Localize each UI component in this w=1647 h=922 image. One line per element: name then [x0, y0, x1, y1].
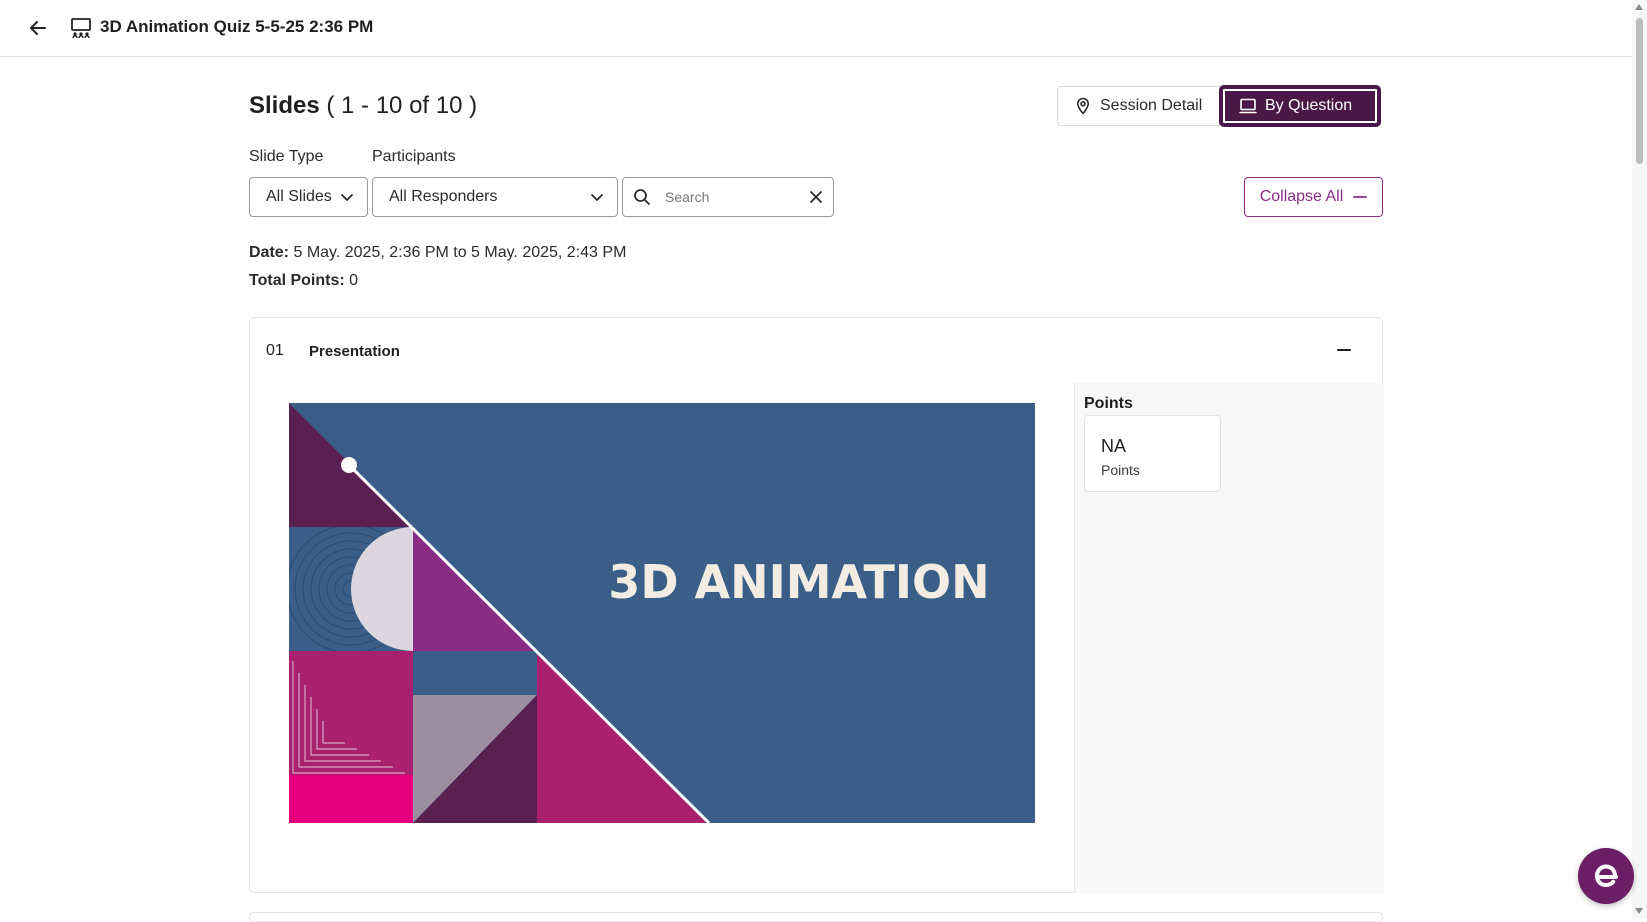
clear-search-icon[interactable]: [809, 190, 823, 204]
collapse-all-label: Collapse All: [1259, 188, 1344, 205]
session-detail-button[interactable]: Session Detail: [1057, 86, 1220, 126]
total-points: Total Points: 0: [249, 272, 358, 290]
minus-icon: [1337, 349, 1351, 351]
scroll-up-icon[interactable]: [1635, 4, 1643, 10]
points-box: NA Points: [1084, 415, 1221, 492]
chevron-down-icon: [341, 194, 353, 201]
participants-label: Participants: [372, 148, 456, 165]
participants-select[interactable]: All Responders: [372, 177, 618, 217]
total-points-label: Total Points:: [249, 272, 345, 289]
scrollbar[interactable]: [1632, 0, 1647, 918]
slides-heading: Slides ( 1 - 10 of 10 ): [249, 92, 477, 120]
back-button[interactable]: [24, 14, 52, 42]
slide-number: 01: [266, 342, 284, 359]
search-input[interactable]: [663, 188, 797, 206]
search-icon: [634, 189, 650, 205]
scroll-down-icon[interactable]: [1635, 908, 1643, 914]
minus-icon: [1353, 196, 1368, 198]
total-points-value: 0: [349, 272, 359, 289]
slide-type-value: All Slides: [266, 188, 332, 205]
slide-type-select[interactable]: All Slides: [249, 177, 368, 217]
by-question-button[interactable]: By Question: [1220, 86, 1380, 126]
slide-type: Presentation: [309, 343, 400, 360]
slide-card: 01 Presentation 3D ANIMATION Points NA P…: [249, 317, 1384, 893]
slide-thumbnail: 3D ANIMATION: [289, 403, 1035, 823]
top-bar: 3D Animation Quiz 5-5-25 2:36 PM: [0, 0, 1632, 57]
slides-icon: [1239, 98, 1257, 114]
points-heading: Points: [1084, 395, 1133, 412]
slide-heading-text: 3D ANIMATION: [608, 555, 989, 609]
collapse-all-button[interactable]: Collapse All: [1244, 177, 1383, 217]
collapse-card-button[interactable]: [1332, 338, 1356, 362]
session-date: Date: 5 May. 2025, 2:36 PM to 5 May. 202…: [249, 244, 626, 262]
slides-title: Slides: [249, 92, 320, 119]
scroll-thumb[interactable]: [1636, 18, 1643, 164]
search-box: [622, 177, 834, 217]
by-question-label: By Question: [1265, 97, 1353, 114]
next-slide-card: [249, 912, 1383, 922]
chevron-down-icon: [591, 194, 603, 201]
slides-range: ( 1 - 10 of 10 ): [326, 92, 478, 119]
view-toggle: Session Detail By Question: [1057, 86, 1380, 126]
arrow-left-icon: [30, 21, 46, 35]
presentation-board-icon: [71, 18, 91, 39]
participants-value: All Responders: [389, 188, 498, 205]
points-panel: Points NA Points: [1074, 383, 1384, 893]
date-label: Date:: [249, 244, 290, 261]
brand-logo-icon: [1594, 864, 1618, 888]
points-value: NA: [1101, 436, 1127, 456]
points-unit: Points: [1101, 462, 1140, 478]
help-chat-button[interactable]: [1578, 848, 1634, 904]
session-detail-label: Session Detail: [1100, 97, 1203, 114]
slide-type-label: Slide Type: [249, 148, 324, 165]
date-value: 5 May. 2025, 2:36 PM to 5 May. 2025, 2:4…: [293, 244, 627, 261]
location-pin-icon: [1076, 97, 1090, 115]
page-title: 3D Animation Quiz 5-5-25 2:36 PM: [100, 17, 374, 36]
